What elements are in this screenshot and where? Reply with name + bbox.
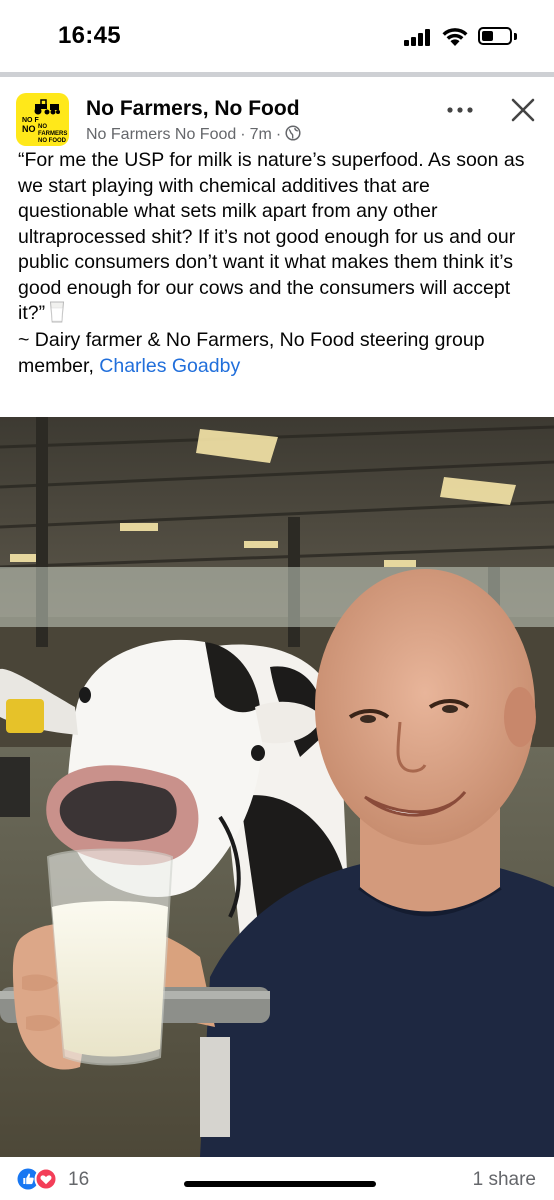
avatar-text: NO F NO [22,117,39,134]
battery-icon [478,27,512,45]
post-text: “For me the USP for milk is nature’s sup… [18,148,542,379]
home-indicator[interactable] [184,1181,376,1187]
reaction-icons[interactable] [17,1167,65,1191]
cellular-signal-icon [404,28,434,46]
tractor-icon [34,99,60,115]
farmer-cow-photo [0,417,554,1157]
share-count[interactable]: 1 share [473,1169,536,1191]
more-options-button[interactable] [440,95,480,125]
like-love-reactions-icon [17,1167,58,1191]
post-meta: No Farmers No Food · 7m · [86,125,301,144]
page-name[interactable]: No Farmers, No Food [86,97,300,121]
post-header: NO F NO NO FARMERS NO FOOD No Farmers, No … [0,77,554,146]
reaction-count[interactable]: 16 [68,1169,89,1191]
wifi-icon [442,28,468,46]
page-avatar[interactable]: NO F NO NO FARMERS NO FOOD [16,93,69,146]
status-bar: 16:45 [0,0,554,70]
charles-goadby-link[interactable]: Charles Goadby [99,355,240,377]
avatar-text-small: NO FARMERS NO FOOD [38,124,68,144]
post-photo[interactable] [0,417,554,1157]
page-handle[interactable]: No Farmers No Food [86,126,236,143]
close-icon[interactable] [506,93,540,127]
more-dots-icon [447,107,473,113]
glass-of-milk-icon [50,301,65,323]
battery-nub [514,33,517,40]
reactions-bar: 16 1 share [0,1157,554,1200]
post-time[interactable]: 7m [250,126,272,143]
status-time: 16:45 [58,22,121,49]
post-quote: “For me the USP for milk is nature’s sup… [18,149,525,324]
post-attribution: ~ Dairy farmer & No Farmers, No Food ste… [18,329,485,377]
globe-icon [285,125,301,141]
